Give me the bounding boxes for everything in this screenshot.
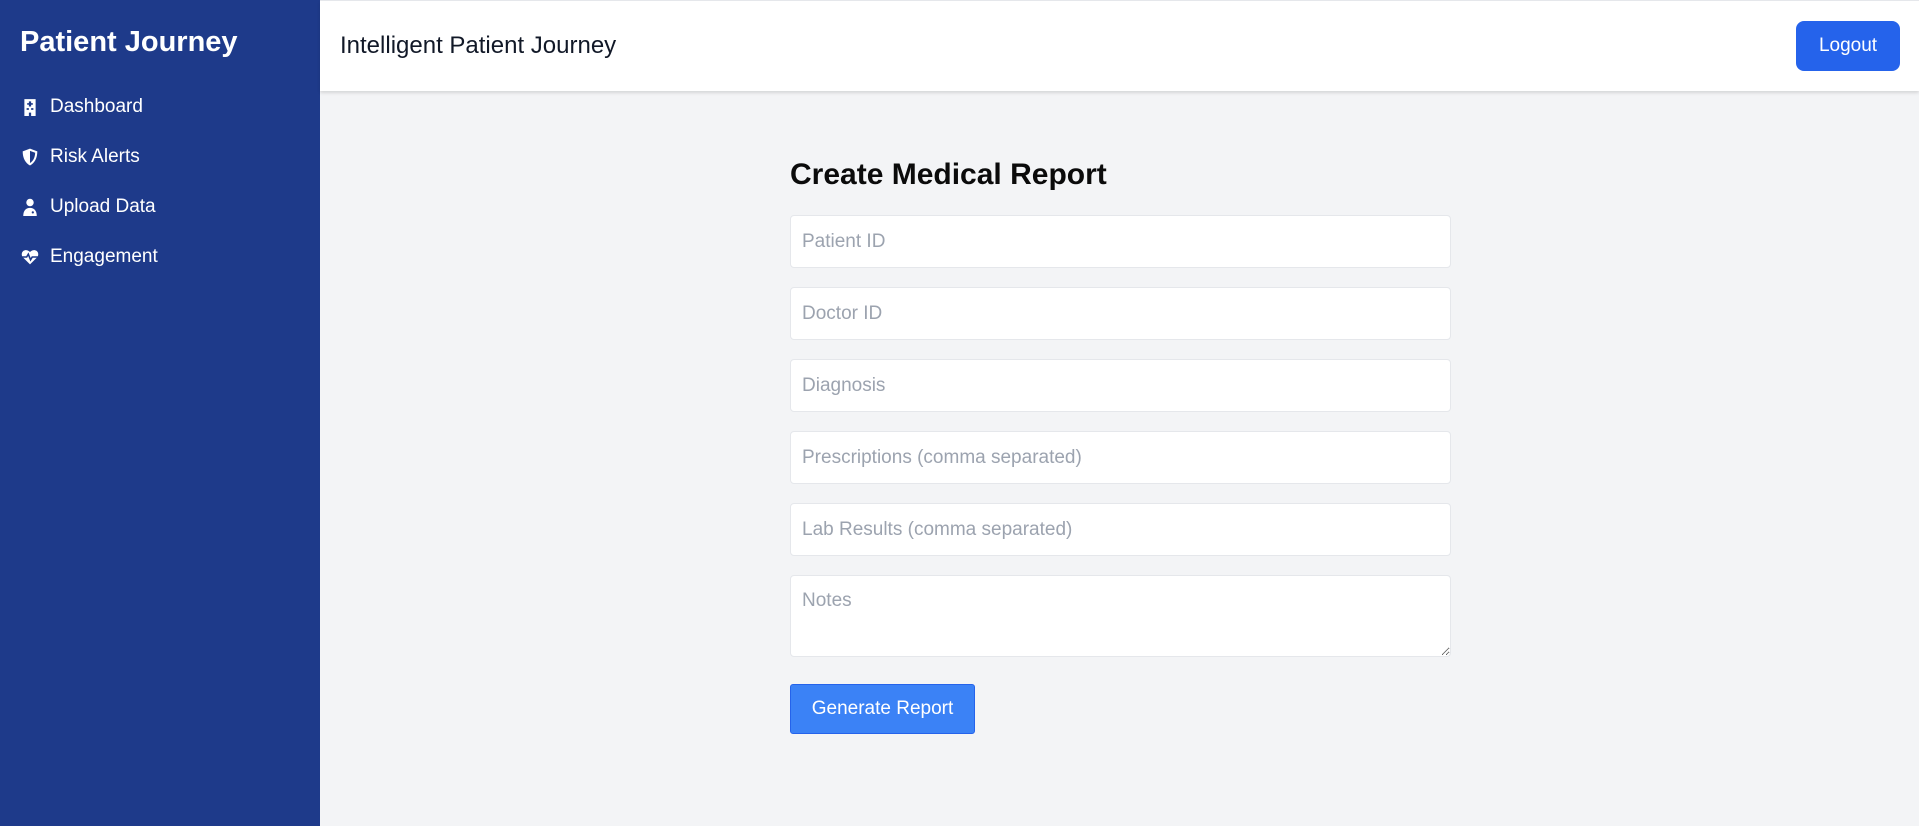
top-header: Intelligent Patient Journey Logout <box>320 0 1919 91</box>
sidebar: Patient Journey Dashboard Risk Alerts Up… <box>0 0 320 826</box>
content-area: Create Medical Report Generate Report <box>320 91 1919 826</box>
sidebar-item-label: Dashboard <box>50 96 143 117</box>
hospital-icon <box>20 97 40 117</box>
sidebar-item-label: Upload Data <box>50 196 156 217</box>
sidebar-item-label: Risk Alerts <box>50 146 140 167</box>
app-root: Patient Journey Dashboard Risk Alerts Up… <box>0 0 1919 826</box>
main-area: Intelligent Patient Journey Logout Creat… <box>320 0 1919 826</box>
brand-title: Patient Journey <box>20 26 238 58</box>
logout-button[interactable]: Logout <box>1796 21 1900 71</box>
shield-icon <box>20 147 40 167</box>
generate-report-button[interactable]: Generate Report <box>790 684 975 734</box>
form-title: Create Medical Report <box>790 158 1107 191</box>
medical-report-form: Create Medical Report Generate Report <box>790 155 1451 734</box>
diagnosis-input[interactable] <box>790 359 1451 412</box>
sidebar-item-label: Engagement <box>50 246 158 267</box>
notes-textarea[interactable] <box>790 575 1451 657</box>
doctor-id-input[interactable] <box>790 287 1451 340</box>
lab-results-input[interactable] <box>790 503 1451 556</box>
page-title: Intelligent Patient Journey <box>340 32 617 59</box>
heart-pulse-icon <box>20 247 40 267</box>
sidebar-item-upload-data[interactable]: Upload Data <box>0 182 320 232</box>
user-doctor-icon <box>20 197 40 217</box>
patient-id-input[interactable] <box>790 215 1451 268</box>
sidebar-item-engagement[interactable]: Engagement <box>0 232 320 282</box>
sidebar-item-dashboard[interactable]: Dashboard <box>0 82 320 132</box>
sidebar-item-risk-alerts[interactable]: Risk Alerts <box>0 132 320 182</box>
prescriptions-input[interactable] <box>790 431 1451 484</box>
